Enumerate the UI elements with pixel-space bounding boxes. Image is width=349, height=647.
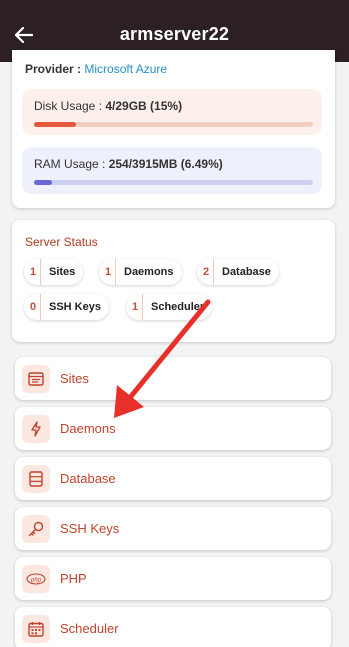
chip-label: Sites xyxy=(49,266,76,278)
menu-item-scheduler[interactable]: Scheduler xyxy=(15,607,331,647)
status-chip-ssh-keys[interactable]: 0 SSH Keys xyxy=(24,294,109,320)
chip-label: Daemons xyxy=(124,266,174,278)
disk-usage-panel: Disk Usage : 4/29GB (15%) xyxy=(22,89,322,135)
disk-usage-bar xyxy=(34,122,313,127)
disk-usage-fill xyxy=(34,122,76,127)
chip-count: 1 xyxy=(131,301,139,313)
ram-usage-fill xyxy=(34,180,53,185)
key-icon xyxy=(22,514,50,543)
svg-text:php: php xyxy=(30,577,42,583)
database-icon xyxy=(22,464,50,493)
ram-usage-panel: RAM Usage : 254/3915MB (6.49%) xyxy=(22,147,322,194)
provider-label: Provider : xyxy=(25,62,85,76)
menu-item-php[interactable]: php PHP xyxy=(15,557,331,600)
chip-count: 2 xyxy=(202,266,210,278)
chip-label: Database xyxy=(222,266,271,278)
lightning-icon xyxy=(22,414,50,443)
menu-item-daemons[interactable]: Daemons xyxy=(15,407,331,450)
menu-item-label: Sites xyxy=(60,371,89,386)
provider-value: Microsoft Azure xyxy=(84,62,168,76)
menu-item-label: PHP xyxy=(60,571,87,586)
chip-label: Scheduler xyxy=(151,301,205,313)
chip-count: 1 xyxy=(29,266,37,278)
menu-item-ssh-keys[interactable]: SSH Keys xyxy=(15,507,331,550)
ram-usage-bar xyxy=(34,180,313,185)
status-chip-scheduler[interactable]: 1 Scheduler xyxy=(126,294,213,320)
menu-item-label: Daemons xyxy=(60,421,116,436)
php-icon: php xyxy=(22,564,50,593)
disk-usage-label: Disk Usage : 4/29GB (15%) xyxy=(34,99,183,113)
status-chip-sites[interactable]: 1 Sites xyxy=(24,259,84,285)
sites-icon xyxy=(22,364,50,393)
menu-item-sites[interactable]: Sites xyxy=(15,357,331,400)
menu-item-label: Database xyxy=(60,471,116,486)
chip-count: 1 xyxy=(104,266,112,278)
menu-item-database[interactable]: Database xyxy=(15,457,331,500)
page-title: armserver22 xyxy=(119,24,230,44)
provider-row: Provider : Microsoft Azure xyxy=(25,62,167,76)
status-chip-database[interactable]: 2 Database xyxy=(197,259,279,285)
chip-count: 0 xyxy=(29,301,37,313)
server-status-title: Server Status xyxy=(25,235,98,249)
calendar-icon xyxy=(22,614,50,643)
status-chip-daemons[interactable]: 1 Daemons xyxy=(99,259,182,285)
menu-item-label: SSH Keys xyxy=(60,521,120,536)
ram-usage-label: RAM Usage : 254/3915MB (6.49%) xyxy=(34,157,223,171)
menu-item-label: Scheduler xyxy=(60,621,119,636)
chip-label: SSH Keys xyxy=(49,301,101,313)
